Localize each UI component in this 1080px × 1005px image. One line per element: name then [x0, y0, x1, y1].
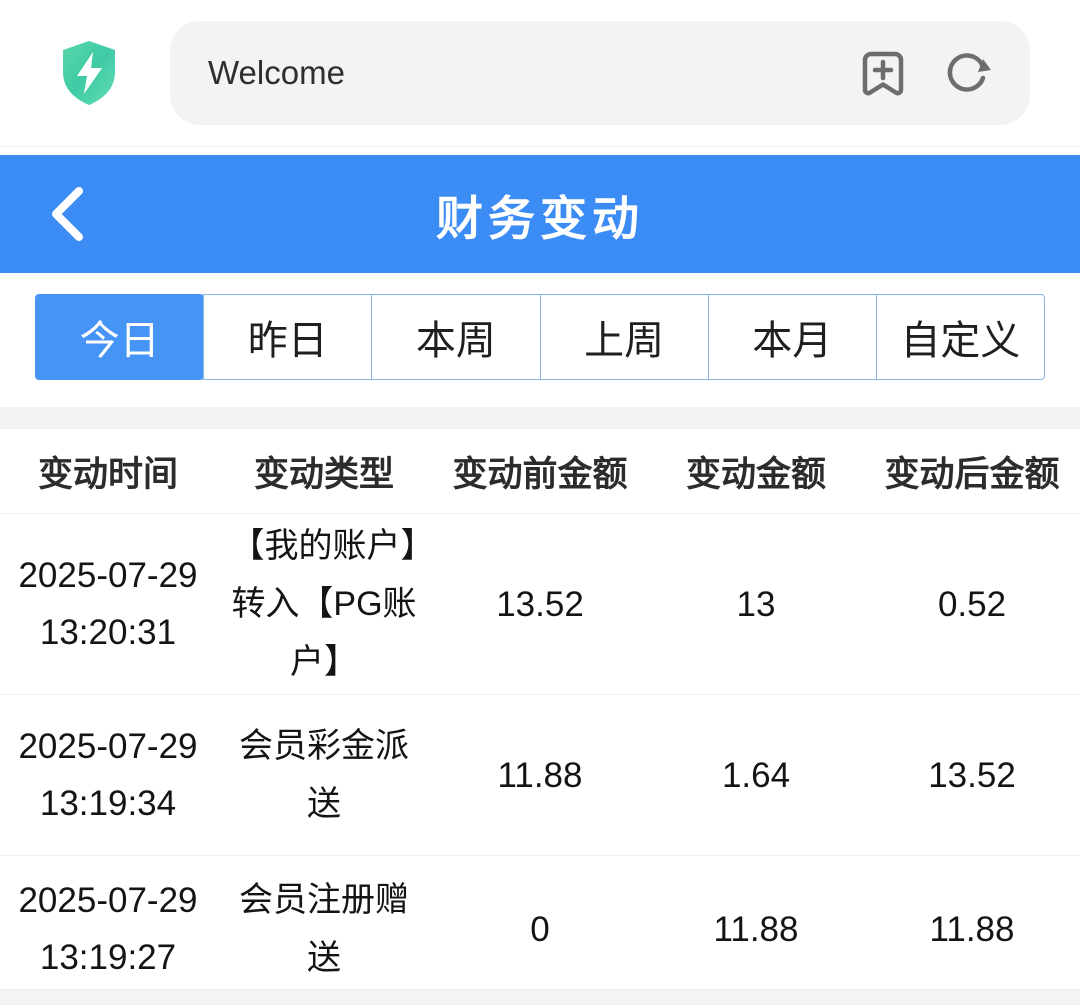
col-header-change-amount: 变动金额: [648, 446, 864, 497]
cell-change-amount: 11.88: [648, 901, 864, 958]
tab-today[interactable]: 今日: [35, 294, 204, 380]
address-bar[interactable]: Welcome: [170, 21, 1030, 125]
cell-change-amount: 13: [648, 576, 864, 633]
tab-yesterday[interactable]: 昨日: [203, 294, 372, 380]
tab-custom[interactable]: 自定义: [876, 294, 1045, 380]
finance-change-table: 变动时间 变动类型 变动前金额 变动金额 变动后金额 2025-07-29 13…: [0, 429, 1080, 1002]
screen: Welcome: [0, 0, 1080, 1005]
col-header-amount-before: 变动前金额: [432, 446, 648, 497]
back-button[interactable]: [46, 185, 90, 243]
cell-change-type: 会员彩金派送: [216, 717, 432, 833]
cell-change-type: 【我的账户】转入【PG账户】: [216, 517, 432, 691]
col-header-change-time: 变动时间: [0, 446, 216, 497]
cell-date-line: 2025-07-29: [0, 547, 216, 604]
cell-clock-line: 13:19:27: [0, 929, 216, 986]
table-row: 2025-07-29 13:19:27 会员注册赠送 0 11.88 11.88: [0, 855, 1080, 1002]
shield-lightning-icon[interactable]: [58, 39, 120, 107]
next-section-edge: [0, 989, 1080, 1005]
address-bar-text: Welcome: [208, 54, 345, 92]
cell-amount-before: 0: [432, 901, 648, 958]
tab-last-week[interactable]: 上周: [540, 294, 709, 380]
table-row: 2025-07-29 13:20:31 【我的账户】转入【PG账户】 13.52…: [0, 513, 1080, 694]
cell-date-line: 2025-07-29: [0, 718, 216, 775]
browser-toolbar: Welcome: [0, 0, 1080, 147]
table-row: 2025-07-29 13:19:34 会员彩金派送 11.88 1.64 13…: [0, 694, 1080, 855]
cell-amount-after: 13.52: [864, 747, 1080, 804]
col-header-amount-after: 变动后金额: [864, 446, 1080, 497]
cell-amount-after: 0.52: [864, 576, 1080, 633]
table-header-row: 变动时间 变动类型 变动前金额 变动金额 变动后金额: [0, 429, 1080, 513]
cell-change-time: 2025-07-29 13:19:27: [0, 872, 216, 986]
cell-change-time: 2025-07-29 13:19:34: [0, 718, 216, 832]
page-header: 财务变动: [0, 155, 1080, 273]
tab-this-month[interactable]: 本月: [708, 294, 877, 380]
col-header-change-type: 变动类型: [216, 446, 432, 497]
chevron-left-icon: [56, 191, 79, 237]
refresh-icon[interactable]: [942, 48, 992, 98]
cell-clock-line: 13:19:34: [0, 775, 216, 832]
cell-amount-before: 13.52: [432, 576, 648, 633]
cell-change-amount: 1.64: [648, 747, 864, 804]
cell-amount-before: 11.88: [432, 747, 648, 804]
bookmark-add-icon[interactable]: [858, 48, 908, 98]
cell-change-type: 会员注册赠送: [216, 871, 432, 987]
section-divider: [0, 407, 1080, 429]
cell-date-line: 2025-07-29: [0, 872, 216, 929]
tab-this-week[interactable]: 本周: [371, 294, 540, 380]
page-title: 财务变动: [436, 180, 644, 249]
cell-change-time: 2025-07-29 13:20:31: [0, 547, 216, 661]
cell-amount-after: 11.88: [864, 901, 1080, 958]
cell-clock-line: 13:20:31: [0, 604, 216, 661]
date-filter-tabs: 今日 昨日 本周 上周 本月 自定义: [35, 294, 1045, 380]
toolbar-icons: [858, 48, 992, 98]
